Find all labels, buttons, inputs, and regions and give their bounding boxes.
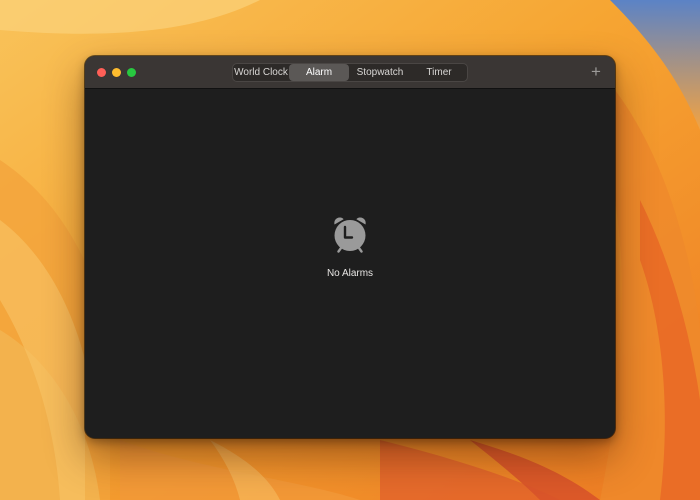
tab-bar: World Clock Alarm Stopwatch Timer (232, 63, 468, 82)
tab-world-clock[interactable]: World Clock (233, 64, 289, 81)
minimize-window-button[interactable] (112, 68, 121, 77)
empty-state-label: No Alarms (326, 268, 374, 279)
title-bar: World Clock Alarm Stopwatch Timer + (85, 56, 615, 89)
alarm-clock-icon (334, 217, 366, 253)
desktop: World Clock Alarm Stopwatch Timer + No A… (0, 0, 700, 500)
zoom-window-button[interactable] (127, 68, 136, 77)
plus-icon: + (591, 62, 601, 81)
add-alarm-button[interactable]: + (587, 63, 605, 81)
tab-stopwatch[interactable]: Stopwatch (349, 64, 411, 81)
clock-app-window: World Clock Alarm Stopwatch Timer + No A… (85, 56, 615, 438)
alarm-list-area: No Alarms (85, 89, 615, 438)
close-window-button[interactable] (97, 68, 106, 77)
tab-alarm[interactable]: Alarm (289, 64, 349, 81)
tab-timer[interactable]: Timer (411, 64, 467, 81)
